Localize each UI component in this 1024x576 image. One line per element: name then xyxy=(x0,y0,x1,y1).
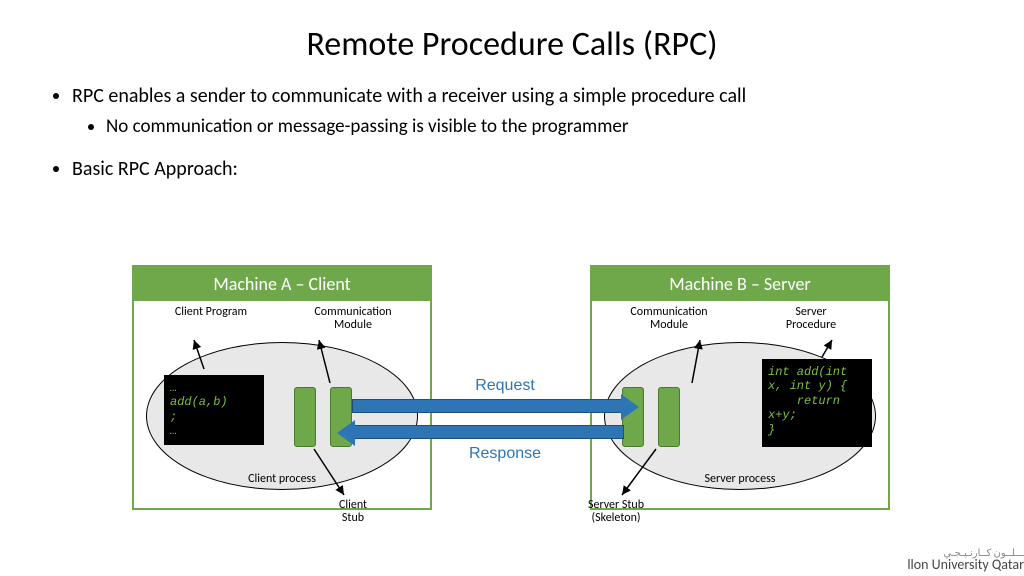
request-arrow xyxy=(352,399,624,413)
machine-a-header: Machine A – Client xyxy=(134,267,430,301)
server-stub-label: Server Stub (Skeleton) xyxy=(576,499,656,525)
server-procedure-label: Server Procedure xyxy=(771,306,851,332)
server-stub-box xyxy=(658,387,680,447)
machine-b-header: Machine B – Server xyxy=(592,267,888,301)
comm-module-a-label: Communication Module xyxy=(313,306,393,332)
machine-a-box: Machine A – Client Client Program Commun… xyxy=(132,265,432,510)
client-program-label: Client Program xyxy=(171,306,251,332)
client-code: … add(a,b) ; … xyxy=(164,375,264,445)
university-logo: ـــلــون كــارنـيـجـي llon University Qa… xyxy=(907,548,1024,572)
bullet-1a: No communication or message-passing is v… xyxy=(106,115,974,140)
server-code: int add(int x, int y) { return x+y; } xyxy=(762,359,872,447)
rpc-diagram: Machine A – Client Client Program Commun… xyxy=(0,265,1024,555)
client-stub-label: Client Stub xyxy=(328,499,378,525)
response-arrow xyxy=(352,425,624,439)
bullet-list: RPC enables a sender to communicate with… xyxy=(0,65,1024,182)
client-process-label: Client process xyxy=(134,472,430,486)
server-process-label: Server process xyxy=(592,472,888,486)
comm-module-b-label: Communication Module xyxy=(629,306,709,332)
logo-text: llon University Qatar xyxy=(907,558,1024,572)
machine-b-box: Machine B – Server Communication Module … xyxy=(590,265,890,510)
request-label: Request xyxy=(455,377,555,395)
bullet-2: Basic RPC Approach: xyxy=(72,156,974,182)
bullet-1: RPC enables a sender to communicate with… xyxy=(72,83,974,109)
response-label: Response xyxy=(455,445,555,463)
slide-title: Remote Procedure Calls (RPC) xyxy=(0,0,1024,65)
client-stub-box xyxy=(294,387,316,447)
